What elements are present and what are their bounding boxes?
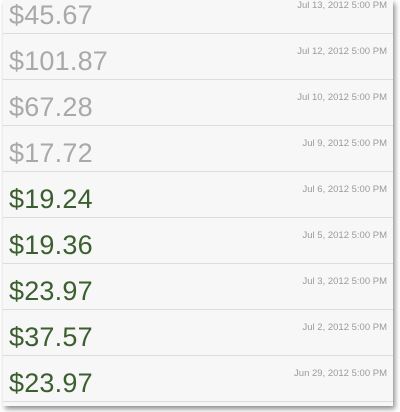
transaction-row[interactable]: $37.57 Jul 2, 2012 5:00 PM bbox=[3, 310, 393, 356]
transaction-date: Jul 3, 2012 5:00 PM bbox=[302, 276, 388, 287]
transaction-amount: $67.28 bbox=[9, 92, 93, 122]
transaction-list: $45.67 Jul 13, 2012 5:00 PM $101.87 Jul … bbox=[3, 0, 393, 402]
transaction-amount: $19.24 bbox=[9, 184, 93, 214]
transaction-row[interactable]: $101.87 Jul 12, 2012 5:00 PM bbox=[3, 34, 393, 80]
transaction-row[interactable]: $19.36 Jul 5, 2012 5:00 PM bbox=[3, 218, 393, 264]
transaction-date: Jun 29, 2012 5:00 PM bbox=[294, 368, 387, 379]
transaction-date: Jul 2, 2012 5:00 PM bbox=[302, 322, 388, 333]
transaction-amount: $19.36 bbox=[9, 230, 93, 260]
transaction-row[interactable]: $17.72 Jul 9, 2012 5:00 PM bbox=[3, 126, 393, 172]
transaction-date: Jul 6, 2012 5:00 PM bbox=[302, 184, 388, 195]
transaction-row[interactable]: $23.97 Jul 3, 2012 5:00 PM bbox=[3, 264, 393, 310]
transaction-amount: $17.72 bbox=[9, 138, 93, 168]
transaction-row[interactable]: $67.28 Jul 10, 2012 5:00 PM bbox=[3, 80, 393, 126]
transaction-amount: $45.67 bbox=[9, 0, 93, 30]
transaction-amount: $37.57 bbox=[9, 322, 93, 352]
transaction-date: Jul 5, 2012 5:00 PM bbox=[302, 230, 388, 241]
transaction-date: Jul 13, 2012 5:00 PM bbox=[297, 0, 387, 11]
transaction-row[interactable]: $19.24 Jul 6, 2012 5:00 PM bbox=[3, 172, 393, 218]
transaction-row[interactable]: $45.67 Jul 13, 2012 5:00 PM bbox=[3, 0, 393, 34]
transaction-date: Jul 10, 2012 5:00 PM bbox=[297, 92, 387, 103]
transaction-date: Jul 9, 2012 5:00 PM bbox=[302, 138, 388, 149]
transaction-row[interactable]: $23.97 Jun 29, 2012 5:00 PM bbox=[3, 356, 393, 402]
transaction-amount: $23.97 bbox=[9, 276, 93, 306]
transaction-list-panel: $45.67 Jul 13, 2012 5:00 PM $101.87 Jul … bbox=[3, 0, 393, 406]
transaction-amount: $23.97 bbox=[9, 368, 93, 398]
transaction-date: Jul 12, 2012 5:00 PM bbox=[297, 46, 387, 57]
transaction-amount: $101.87 bbox=[9, 46, 108, 76]
